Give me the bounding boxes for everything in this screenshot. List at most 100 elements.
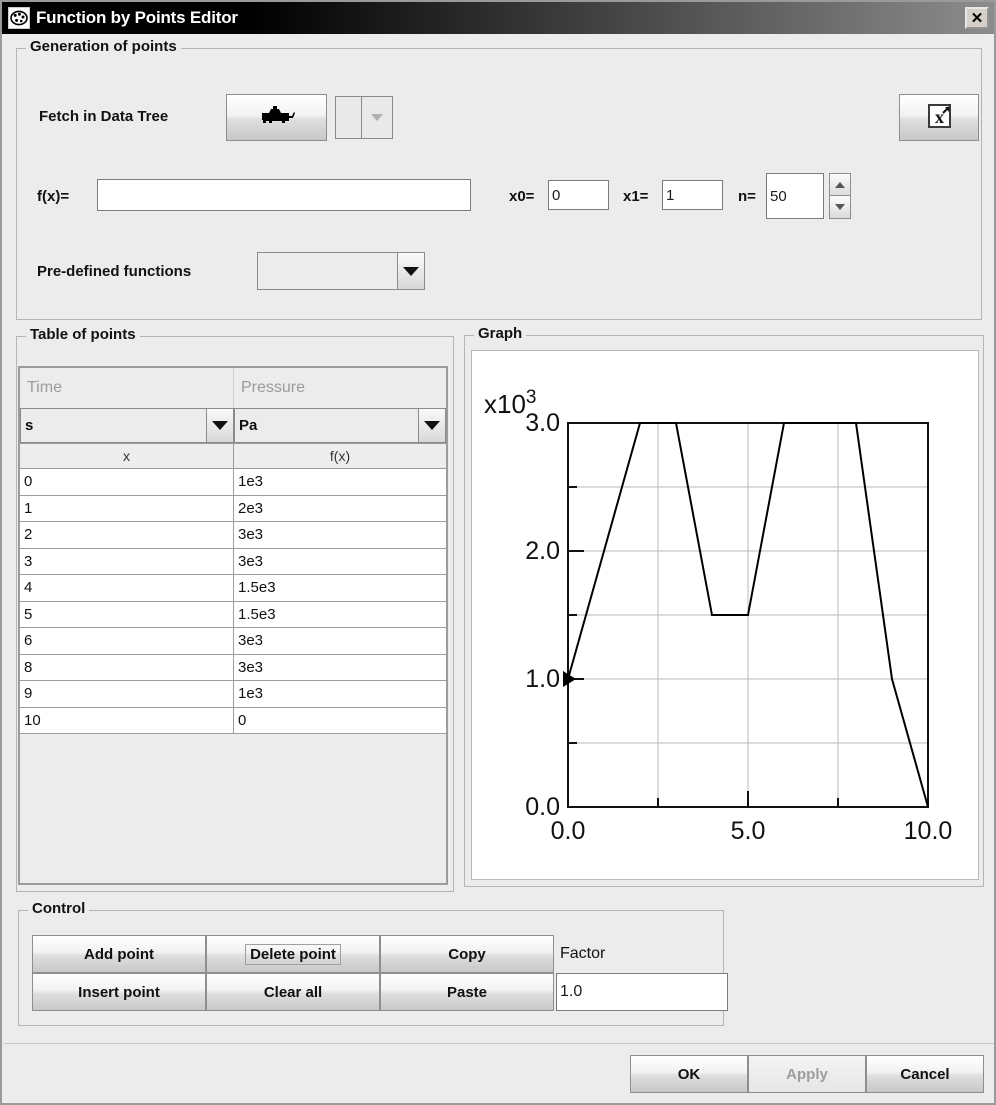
fx-input[interactable] — [97, 179, 471, 211]
n-spinner-buttons[interactable] — [829, 173, 851, 219]
pre-defined-functions-value — [258, 253, 398, 289]
cell-fx[interactable]: 1.5e3 — [234, 602, 446, 628]
x-axis-tick-label: 5.0 — [731, 817, 766, 845]
cell-x[interactable]: 5 — [20, 602, 234, 628]
cell-fx[interactable]: 1e3 — [234, 681, 446, 707]
delete-point-label: Delete point — [245, 944, 341, 965]
y-axis-tick-label: 2.0 — [525, 537, 560, 565]
table-unit-row: s Pa — [20, 408, 446, 443]
table-row[interactable]: 41.5e3 — [20, 575, 446, 602]
triangle-up-icon — [835, 182, 845, 188]
excel-export-icon: x — [924, 101, 954, 135]
table-header-row: x f(x) — [20, 443, 446, 469]
delete-point-button[interactable]: Delete point — [206, 935, 380, 973]
unit-combo-x[interactable]: s — [20, 408, 234, 443]
cell-x[interactable]: 6 — [20, 628, 234, 654]
y-axis-tick-label: 1.0 — [525, 665, 560, 693]
table-empty-area[interactable] — [20, 734, 446, 874]
generation-of-points-panel: Generation of points Fetch in Data Tree — [16, 48, 982, 320]
unit-combo-y-value: Pa — [235, 409, 419, 442]
cell-x[interactable]: 4 — [20, 575, 234, 601]
generation-of-points-legend: Generation of points — [26, 38, 181, 55]
table-row[interactable]: 100 — [20, 708, 446, 735]
fetch-source-combo-value — [336, 97, 362, 138]
fetch-in-data-tree-label: Fetch in Data Tree — [39, 108, 168, 125]
cell-fx[interactable]: 3e3 — [234, 628, 446, 654]
cell-fx[interactable]: 2e3 — [234, 496, 446, 522]
x0-input[interactable]: 0 — [548, 180, 609, 210]
control-legend: Control — [28, 900, 89, 917]
control-panel: Control Add point Delete point Copy Fact… — [18, 910, 724, 1026]
ok-button[interactable]: OK — [630, 1055, 748, 1093]
graph-plot: x1030.01.02.03.00.05.010.0 — [472, 351, 980, 879]
cell-x[interactable]: 1 — [20, 496, 234, 522]
export-to-spreadsheet-button[interactable]: x — [899, 94, 979, 141]
table-row[interactable]: 33e3 — [20, 549, 446, 576]
insert-point-button[interactable]: Insert point — [32, 973, 206, 1011]
x-axis-tick-label: 0.0 — [551, 817, 586, 845]
footer-button-group: OK Apply Cancel — [630, 1055, 984, 1093]
column-title-pressure: Pressure — [234, 368, 446, 408]
table-header-x: x — [20, 444, 234, 468]
table-row[interactable]: 23e3 — [20, 522, 446, 549]
cell-fx[interactable]: 0 — [234, 708, 446, 734]
cell-x[interactable]: 9 — [20, 681, 234, 707]
graph-panel: Graph x1030.01.02.03.00.05.010.0 — [464, 335, 984, 887]
table-row[interactable]: 51.5e3 — [20, 602, 446, 629]
copy-button[interactable]: Copy — [380, 935, 554, 973]
factor-input[interactable]: 1.0 — [556, 973, 728, 1011]
add-point-button[interactable]: Add point — [32, 935, 206, 973]
cell-x[interactable]: 8 — [20, 655, 234, 681]
cancel-button[interactable]: Cancel — [866, 1055, 984, 1093]
chevron-down-icon — [398, 253, 424, 289]
table-row[interactable]: 83e3 — [20, 655, 446, 682]
svg-text:x: x — [935, 107, 944, 127]
pre-defined-functions-label: Pre-defined functions — [37, 263, 191, 280]
cell-x[interactable]: 3 — [20, 549, 234, 575]
table-row[interactable]: 12e3 — [20, 496, 446, 523]
graph-plot-container[interactable]: x1030.01.02.03.00.05.010.0 — [471, 350, 979, 880]
cell-x[interactable]: 10 — [20, 708, 234, 734]
data-tree-fetch-icon — [258, 104, 296, 132]
dialog-footer: OK Apply Cancel — [4, 1043, 994, 1103]
x1-label: x1= — [623, 188, 648, 205]
close-icon[interactable]: ✕ — [965, 7, 989, 29]
table-body: 01e312e323e333e341.5e351.5e363e383e391e3… — [20, 469, 446, 734]
clear-all-button[interactable]: Clear all — [206, 973, 380, 1011]
factor-label: Factor — [560, 945, 605, 963]
apply-button[interactable]: Apply — [748, 1055, 866, 1093]
y-axis-tick-label: 3.0 — [525, 409, 560, 437]
cell-fx[interactable]: 3e3 — [234, 522, 446, 548]
cell-fx[interactable]: 3e3 — [234, 549, 446, 575]
points-table[interactable]: Time Pressure s Pa x f(x) 01e312e323e333… — [18, 366, 448, 885]
fx-label: f(x)= — [37, 188, 69, 205]
cell-fx[interactable]: 1e3 — [234, 469, 446, 495]
cell-x[interactable]: 2 — [20, 522, 234, 548]
x-axis-tick-label: 10.0 — [904, 817, 953, 845]
triangle-down-icon — [835, 204, 845, 210]
fetch-source-combo[interactable] — [335, 96, 393, 139]
table-row[interactable]: 63e3 — [20, 628, 446, 655]
fetch-in-data-tree-button[interactable] — [226, 94, 327, 141]
n-label: n= — [738, 188, 756, 205]
window-title-bar: Function by Points Editor ✕ — [2, 2, 996, 34]
n-spinner-up-button[interactable] — [829, 173, 851, 196]
table-row[interactable]: 01e3 — [20, 469, 446, 496]
table-column-titles-row: Time Pressure — [20, 368, 446, 408]
unit-combo-y[interactable]: Pa — [234, 408, 446, 443]
x1-input[interactable]: 1 — [662, 180, 723, 210]
pre-defined-functions-combo[interactable] — [257, 252, 425, 290]
paste-button[interactable]: Paste — [380, 973, 554, 1011]
x0-label: x0= — [509, 188, 534, 205]
graph-legend: Graph — [474, 325, 526, 342]
n-spinner-down-button[interactable] — [829, 196, 851, 219]
cell-x[interactable]: 0 — [20, 469, 234, 495]
cell-fx[interactable]: 1.5e3 — [234, 575, 446, 601]
table-row[interactable]: 91e3 — [20, 681, 446, 708]
chevron-down-icon — [207, 409, 233, 442]
chevron-down-icon — [362, 97, 392, 138]
cell-fx[interactable]: 3e3 — [234, 655, 446, 681]
n-spinner-input[interactable]: 50 — [766, 173, 824, 219]
table-header-fx: f(x) — [234, 444, 446, 468]
column-title-time: Time — [20, 368, 234, 408]
